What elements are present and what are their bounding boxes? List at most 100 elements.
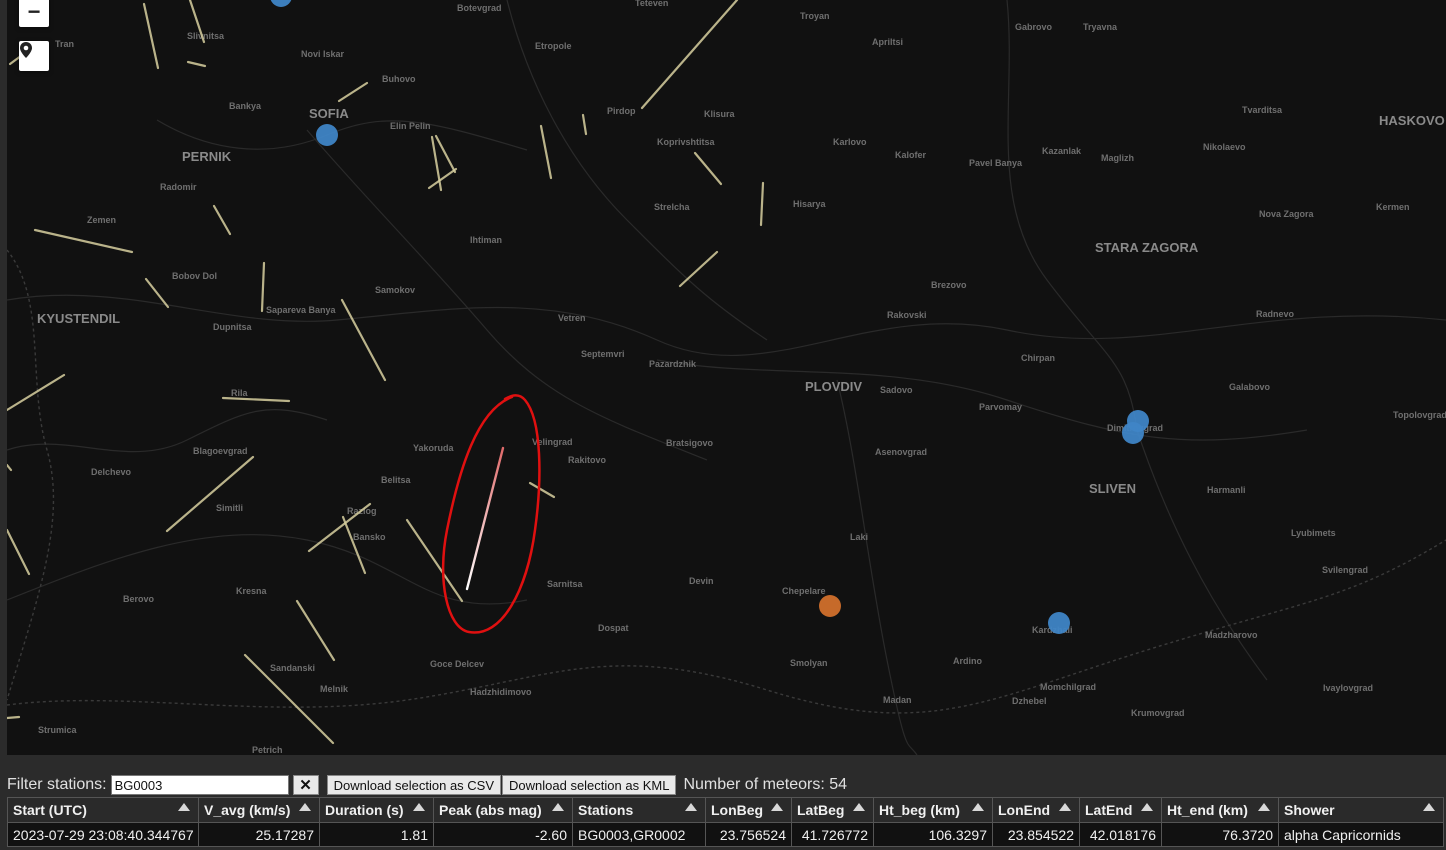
city-label: KYUSTENDIL (37, 311, 120, 326)
sort-ascending-icon[interactable] (853, 803, 865, 811)
town-label: Koprivshtitsa (657, 137, 716, 147)
town-label: Pirdop (607, 106, 636, 116)
table-row[interactable]: 2023-07-29 23:08:40.344767 25.17287 1.81 -2… (7, 822, 1444, 847)
sort-ascending-icon[interactable] (552, 803, 564, 811)
town-label: Smolyan (790, 658, 828, 668)
table-header-row: Start (UTC) V_avg (km/s) Duration (s) Peak … (7, 797, 1444, 823)
meteor-track (678, 250, 719, 288)
column-header[interactable]: Peak (abs mag) (433, 797, 573, 823)
selected-meteor-track (465, 446, 505, 591)
town-label: Karlovo (833, 137, 867, 147)
town-label: Bratsigovo (666, 438, 714, 448)
city-label: HASKOVO (1379, 113, 1445, 128)
sort-ascending-icon[interactable] (1423, 803, 1435, 811)
column-header[interactable]: Ht_beg (km) (873, 797, 993, 823)
column-header[interactable]: Stations (572, 797, 706, 823)
table-cell: 23.854522 (992, 822, 1080, 847)
meteor-table: Start (UTC) V_avg (km/s) Duration (s) Peak … (7, 797, 1444, 847)
station-marker (1122, 422, 1144, 444)
filter-stations-input[interactable] (110, 775, 289, 795)
table-cell: 25.17287 (198, 822, 320, 847)
town-label: Galabovo (1229, 382, 1271, 392)
sort-ascending-icon[interactable] (413, 803, 425, 811)
filter-stations-label: Filter stations: (7, 776, 107, 793)
town-label: Brezovo (931, 280, 967, 290)
column-header-label: Stations (578, 802, 634, 818)
town-label: Chepelare (782, 586, 826, 596)
town-label: Petrich (252, 745, 283, 755)
town-label: Parvomay (979, 402, 1022, 412)
column-header[interactable]: Duration (s) (319, 797, 434, 823)
city-label: STARA ZAGORA (1095, 240, 1199, 255)
column-header[interactable]: LonBeg (705, 797, 792, 823)
meteor-track (307, 502, 372, 553)
table-cell: -2.60 (433, 822, 573, 847)
sort-ascending-icon[interactable] (685, 803, 697, 811)
locate-button[interactable] (19, 41, 49, 71)
town-label: Apriltsi (872, 37, 903, 47)
town-label: Tran (55, 39, 74, 49)
town-label: Kalofer (895, 150, 927, 160)
clear-filter-button[interactable]: ✕ (292, 775, 319, 795)
table-cell: 23.756524 (705, 822, 792, 847)
table-cell: alpha Capricornids (1278, 822, 1444, 847)
town-label: Chirpan (1021, 353, 1055, 363)
station-marker (1048, 612, 1070, 634)
meteor-track (759, 181, 765, 227)
map-road (156, 119, 528, 151)
download-kml-button[interactable]: Download selection as KML (502, 775, 677, 795)
column-header[interactable]: LatBeg (791, 797, 874, 823)
sort-ascending-icon[interactable] (1258, 803, 1270, 811)
town-label: Samokov (375, 285, 415, 295)
town-label: Elin Pelin (390, 121, 431, 131)
sort-ascending-icon[interactable] (178, 803, 190, 811)
meteor-track (142, 2, 160, 70)
map-pin-icon (20, 42, 32, 58)
map-canvas[interactable]: SOFIA KYUSTENDIL PERNIK PLOVDIV STARA ZAGORA… (7, 0, 1446, 755)
town-label: Bankya (229, 101, 262, 111)
town-label: Blagoevgrad (193, 446, 248, 456)
town-label: Hisarya (793, 199, 827, 209)
sort-ascending-icon[interactable] (1141, 803, 1153, 811)
town-label: Zemen (87, 215, 116, 225)
meteor-track (341, 515, 367, 575)
column-header[interactable]: Ht_end (km) (1161, 797, 1279, 823)
column-header[interactable]: Shower (1278, 797, 1444, 823)
town-label: Kazanlak (1042, 146, 1082, 156)
column-header[interactable]: V_avg (km/s) (198, 797, 320, 823)
town-label: Topolovgrad (1393, 410, 1446, 420)
town-label: Bansko (353, 532, 386, 542)
meteor-track (427, 167, 458, 190)
table-cell: 42.018176 (1079, 822, 1162, 847)
download-csv-button[interactable]: Download selection as CSV (326, 775, 502, 795)
town-label: Dospat (598, 623, 629, 633)
town-label: Sandanski (270, 663, 315, 673)
town-label: Madzharovo (1205, 630, 1258, 640)
meteor-track (340, 298, 387, 382)
town-label: Teteven (635, 0, 668, 8)
city-label: PLOVDIV (805, 379, 862, 394)
meteor-map[interactable]: SOFIA KYUSTENDIL PERNIK PLOVDIV STARA ZAGORA… (7, 0, 1446, 755)
meteor-count: Number of meteors: 54 (683, 776, 848, 793)
column-header[interactable]: LonEnd (992, 797, 1080, 823)
town-label: Hadzhidimovo (470, 687, 532, 697)
sort-ascending-icon[interactable] (1059, 803, 1071, 811)
zoom-out-button[interactable]: − (19, 0, 49, 27)
meteor-track (337, 81, 369, 103)
town-label: Troyan (800, 11, 830, 21)
sort-ascending-icon[interactable] (299, 803, 311, 811)
column-header-label: Ht_beg (km) (879, 802, 960, 818)
meteor-track (7, 528, 31, 576)
meteor-track (581, 113, 588, 136)
town-label: Pavel Banya (969, 158, 1023, 168)
meteor-track (7, 373, 66, 412)
map-road (1136, 429, 1268, 681)
town-label: Goce Delcev (430, 659, 484, 669)
meteor-track (539, 124, 553, 180)
column-header[interactable]: LatEnd (1079, 797, 1162, 823)
town-label: Gabrovo (1015, 22, 1053, 32)
sort-ascending-icon[interactable] (972, 803, 984, 811)
column-header[interactable]: Start (UTC) (7, 797, 199, 823)
sort-ascending-icon[interactable] (771, 803, 783, 811)
town-label: Simitli (216, 503, 243, 513)
